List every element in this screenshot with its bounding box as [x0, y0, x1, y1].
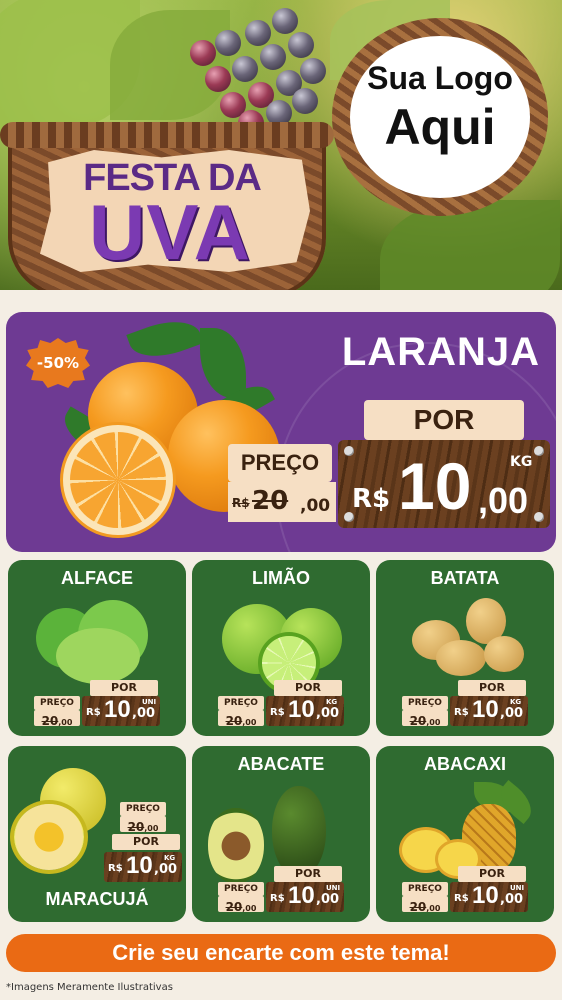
- header-banner: FESTA DA UVA Sua Logo Aqui: [0, 0, 562, 290]
- old-price: 20,00: [218, 896, 264, 914]
- product-name: ALFACE: [61, 568, 133, 588]
- product-card-abacaxi: ABACAXI POR PREÇO 20,00 R$ 10,00 UNI: [376, 746, 554, 922]
- old-currency: R$: [232, 496, 250, 510]
- logo-text-line2: Aqui: [384, 99, 496, 155]
- product-card-limao: LIMÃO POR PREÇO 20,00 R$ 10,00 KG: [192, 560, 370, 736]
- hero-new-price: R$ 10 ,00 KG: [338, 440, 550, 528]
- product-name: BATATA: [430, 568, 500, 588]
- festival-title-main: UVA: [89, 188, 251, 276]
- old-price: 20,00: [402, 710, 448, 728]
- vine-leaf-icon: [380, 200, 560, 290]
- old-price: 20,00: [402, 896, 448, 914]
- new-price: R$ 10,00 UNI: [450, 882, 528, 912]
- hero-product-name: LARANJA: [341, 330, 540, 374]
- nail-icon: [344, 446, 354, 456]
- old-price-cents: ,00: [300, 496, 331, 516]
- logo-text-line1: Sua Logo: [367, 60, 513, 96]
- cta-button[interactable]: Crie seu encarte com este tema!: [6, 934, 556, 972]
- basket-rim: [0, 122, 334, 148]
- preco-label: PREÇO: [402, 882, 448, 896]
- new-price: R$ 10,00 KG: [266, 696, 344, 726]
- preco-label: PREÇO: [34, 696, 80, 710]
- new-price: R$ 10,00 KG: [450, 696, 528, 726]
- new-currency: R$: [352, 484, 391, 514]
- old-price: 20,00: [34, 710, 80, 728]
- por-label: POR: [274, 680, 342, 696]
- preco-label: PREÇO: [218, 696, 264, 710]
- preco-label: PREÇO: [218, 882, 264, 896]
- nail-icon: [534, 446, 544, 456]
- por-label: POR: [112, 834, 180, 850]
- product-card-maracuja: PREÇO 20,00 POR R$ 10,00 KG MARACUJÁ: [8, 746, 186, 922]
- por-label: POR: [458, 866, 526, 882]
- new-price-integer: 10: [398, 449, 472, 523]
- product-card-alface: ALFACE POR PREÇO 20,00 R$ 10,00 UNI: [8, 560, 186, 736]
- product-card-abacate: ABACATE POR PREÇO 20,00 R$ 10,00 UNI: [192, 746, 370, 922]
- old-price: 20,00: [218, 710, 264, 728]
- hero-old-price: R$ 20 ,00: [228, 482, 336, 522]
- product-card-batata: BATATA POR PREÇO 20,00 R$ 10,00 KG: [376, 560, 554, 736]
- preco-label: PREÇO: [402, 696, 448, 710]
- new-price-unit: KG: [510, 454, 533, 470]
- por-label: POR: [458, 680, 526, 696]
- por-label: POR: [274, 866, 342, 882]
- product-name: ABACATE: [237, 754, 325, 774]
- product-name: MARACUJÁ: [45, 889, 149, 909]
- product-name: ABACAXI: [423, 754, 506, 774]
- vine-leaf-icon: [110, 10, 230, 120]
- por-label: POR: [90, 680, 158, 696]
- nail-icon: [534, 512, 544, 522]
- hero-por-label: POR: [364, 400, 524, 440]
- old-price: 20,00: [120, 816, 166, 834]
- product-name: LIMÃO: [252, 568, 310, 588]
- new-price-cents: ,00: [478, 480, 529, 521]
- hero-preco-label: PREÇO: [228, 444, 332, 482]
- preco-label: PREÇO: [120, 802, 166, 816]
- disclaimer-text: *Imagens Meramente Ilustrativas: [6, 982, 173, 993]
- old-price-integer: 20: [252, 486, 289, 516]
- new-price: R$ 10,00 UNI: [266, 882, 344, 912]
- flyer-page: FESTA DA UVA Sua Logo Aqui LARANJA -50% …: [0, 0, 562, 1000]
- new-price: R$ 10,00 KG: [104, 852, 182, 882]
- new-price: R$ 10,00 UNI: [82, 696, 160, 726]
